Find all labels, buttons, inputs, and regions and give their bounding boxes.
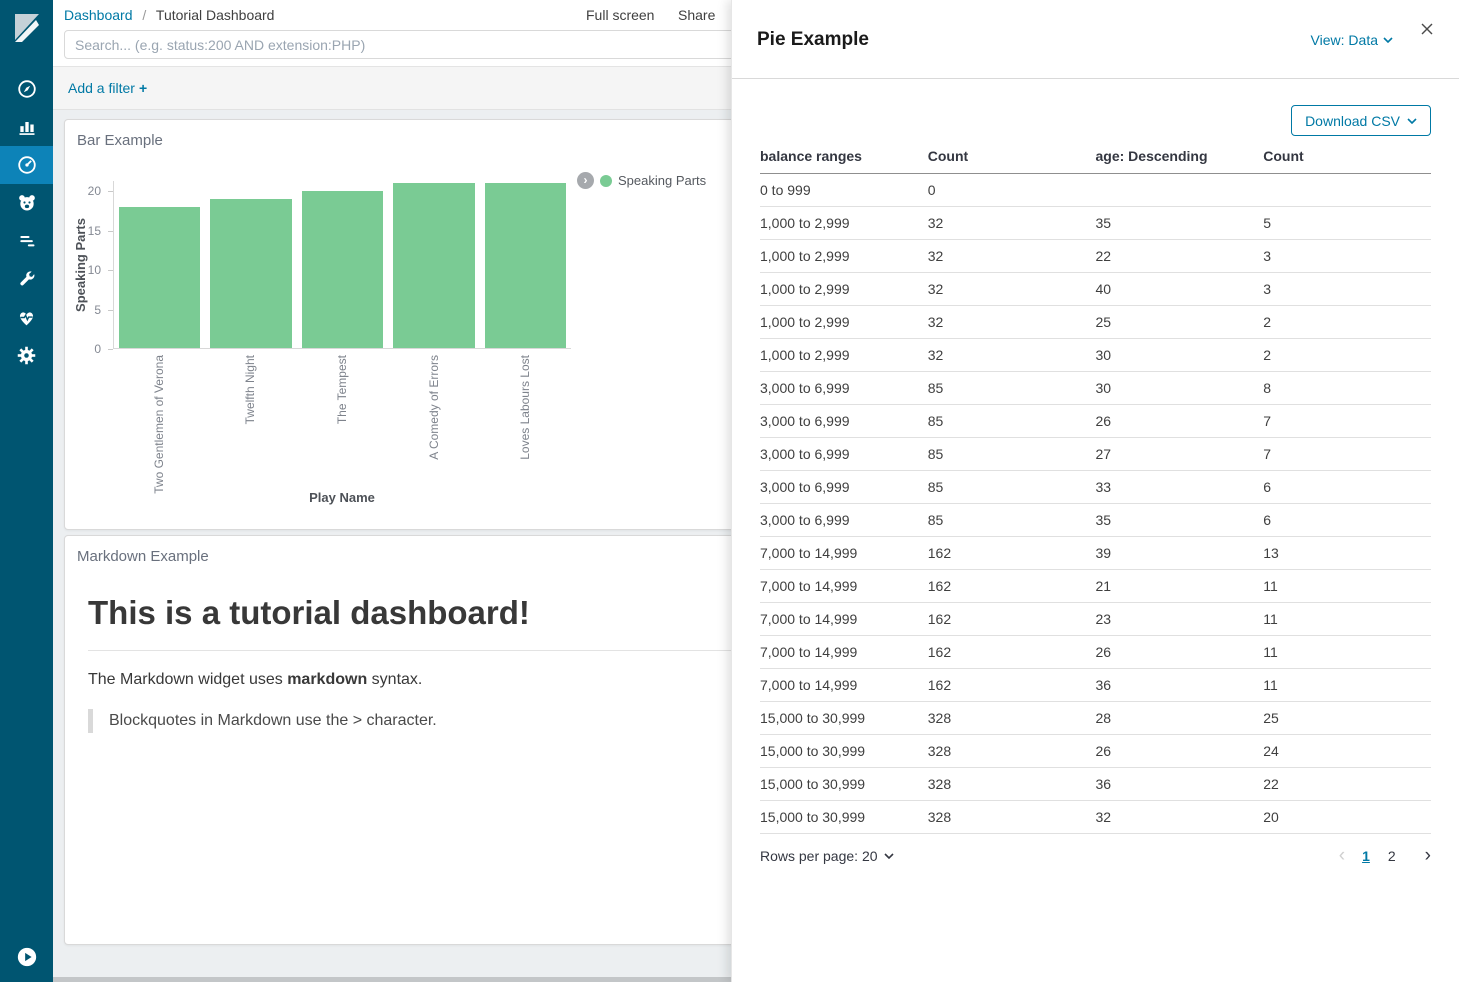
x-category-label[interactable]: The Tempest (335, 355, 349, 424)
bar[interactable] (210, 199, 291, 348)
bar-series (114, 181, 571, 348)
sidebar-item-monitoring[interactable] (0, 298, 53, 336)
flyout-table-body: 0 to 99901,000 to 2,999323551,000 to 2,9… (760, 174, 1431, 834)
table-row: 7,000 to 14,9991622311 (760, 603, 1431, 636)
table-row: 15,000 to 30,9993283220 (760, 801, 1431, 834)
x-category-label[interactable]: Twelfth Night (243, 355, 257, 424)
apm-lines-icon (17, 231, 37, 251)
table-row: 3,000 to 6,99985277 (760, 438, 1431, 471)
breadcrumb-separator: / (142, 7, 146, 23)
x-category-label[interactable]: Two Gentlemen of Verona (152, 355, 166, 494)
table-row: 7,000 to 14,9991623611 (760, 669, 1431, 702)
table-header-row: balance rangesCountage: DescendingCount (760, 142, 1431, 174)
flyout-body: Download CSV balance rangesCountage: Des… (732, 105, 1459, 864)
sidebar-item-apm[interactable] (0, 222, 53, 260)
flyout-header: Pie Example View: Data (732, 0, 1459, 79)
column-header: Count (1263, 142, 1431, 174)
view-data-dropdown[interactable]: View: Data (1311, 32, 1393, 48)
full-screen-button[interactable]: Full screen (586, 7, 654, 23)
plus-icon: + (139, 80, 147, 96)
sidebar-item-timelion[interactable] (0, 184, 53, 222)
share-button[interactable]: Share (678, 7, 715, 23)
chevron-down-icon (1407, 118, 1417, 124)
table-row: 1,000 to 2,99932302 (760, 339, 1431, 372)
previous-page-icon[interactable]: ‹ (1339, 849, 1345, 863)
table-row: 15,000 to 30,9993282624 (760, 735, 1431, 768)
dev-tools-wrench-icon (17, 269, 37, 289)
next-page-icon[interactable]: › (1425, 849, 1431, 863)
breadcrumb-dashboard-link[interactable]: Dashboard (64, 7, 133, 23)
x-category-label[interactable]: Loves Labours Lost (518, 355, 532, 460)
panel-title: Markdown Example (77, 548, 209, 565)
add-filter-button[interactable]: Add a filter+ (68, 80, 147, 96)
breadcrumb-current: Tutorial Dashboard (156, 7, 275, 23)
sidebar-item-discover[interactable] (0, 70, 53, 108)
bar[interactable] (393, 183, 474, 348)
chart-legend: › Speaking Parts (577, 172, 706, 189)
flyout-title: Pie Example (757, 29, 869, 51)
sidebar-item-visualize[interactable] (0, 108, 53, 146)
table-row: 15,000 to 30,9993282825 (760, 702, 1431, 735)
legend-color-dot[interactable] (600, 175, 612, 187)
timelion-face-icon (17, 193, 37, 213)
data-table: balance rangesCountage: DescendingCount … (760, 142, 1431, 834)
sidebar-item-dashboard[interactable] (0, 146, 53, 184)
bar[interactable] (485, 183, 566, 348)
table-row: 1,000 to 2,99932252 (760, 306, 1431, 339)
close-icon[interactable] (1418, 20, 1436, 38)
x-category-label[interactable]: A Comedy of Errors (427, 355, 441, 460)
management-gear-icon (16, 345, 37, 366)
table-row: 0 to 9990 (760, 174, 1431, 207)
table-row: 15,000 to 30,9993283622 (760, 768, 1431, 801)
table-row: 3,000 to 6,99985267 (760, 405, 1431, 438)
column-header: Count (928, 142, 1096, 174)
kibana-logo-icon[interactable] (0, 0, 53, 56)
sidebar-item-management[interactable] (0, 336, 53, 374)
column-header: age: Descending (1096, 142, 1264, 174)
x-axis-labels: Two Gentlemen of Verona Twelfth Night The … (113, 355, 571, 501)
sidebar-item-devtools[interactable] (0, 260, 53, 298)
breadcrumb: Dashboard / Tutorial Dashboard (64, 7, 274, 23)
sidebar (0, 0, 53, 982)
rows-per-page-dropdown[interactable]: Rows per page: 20 (760, 848, 894, 864)
table-row: 7,000 to 14,9991623913 (760, 537, 1431, 570)
discover-compass-icon (16, 78, 38, 100)
bar-chart-plot (113, 181, 571, 349)
chevron-down-icon (884, 853, 894, 859)
legend-toggle-icon[interactable]: › (577, 172, 594, 189)
pagination-bar: Rows per page: 20 ‹ 12 › (760, 848, 1431, 864)
download-csv-button[interactable]: Download CSV (1291, 105, 1431, 136)
y-axis-ticks: 05101520 (65, 181, 113, 349)
bar[interactable] (119, 207, 200, 348)
legend-label[interactable]: Speaking Parts (618, 173, 706, 188)
table-row: 3,000 to 6,99985356 (760, 504, 1431, 537)
chevron-down-icon (1383, 37, 1393, 43)
table-row: 3,000 to 6,99985308 (760, 372, 1431, 405)
table-row: 7,000 to 14,9991622111 (760, 570, 1431, 603)
collapse-play-icon (16, 946, 38, 968)
dashboard-gauge-icon (16, 154, 38, 176)
visualize-bar-chart-icon (17, 117, 37, 137)
page-number-button[interactable]: 2 (1385, 846, 1399, 866)
column-header: balance ranges (760, 142, 928, 174)
bar[interactable] (302, 191, 383, 348)
pager: ‹ 12 › (1339, 848, 1431, 864)
page-number-button[interactable]: 1 (1359, 846, 1373, 866)
table-row: 1,000 to 2,99932223 (760, 240, 1431, 273)
x-axis-title: Play Name (113, 490, 571, 505)
monitoring-heartbeat-icon (16, 307, 37, 328)
sidebar-collapse-button[interactable] (0, 938, 53, 976)
table-row: 7,000 to 14,9991622611 (760, 636, 1431, 669)
panel-title: Bar Example (77, 132, 163, 149)
pie-example-flyout: Pie Example View: Data Download CSV bal (731, 0, 1459, 982)
table-row: 1,000 to 2,99932355 (760, 207, 1431, 240)
table-row: 3,000 to 6,99985336 (760, 471, 1431, 504)
table-row: 1,000 to 2,99932403 (760, 273, 1431, 306)
